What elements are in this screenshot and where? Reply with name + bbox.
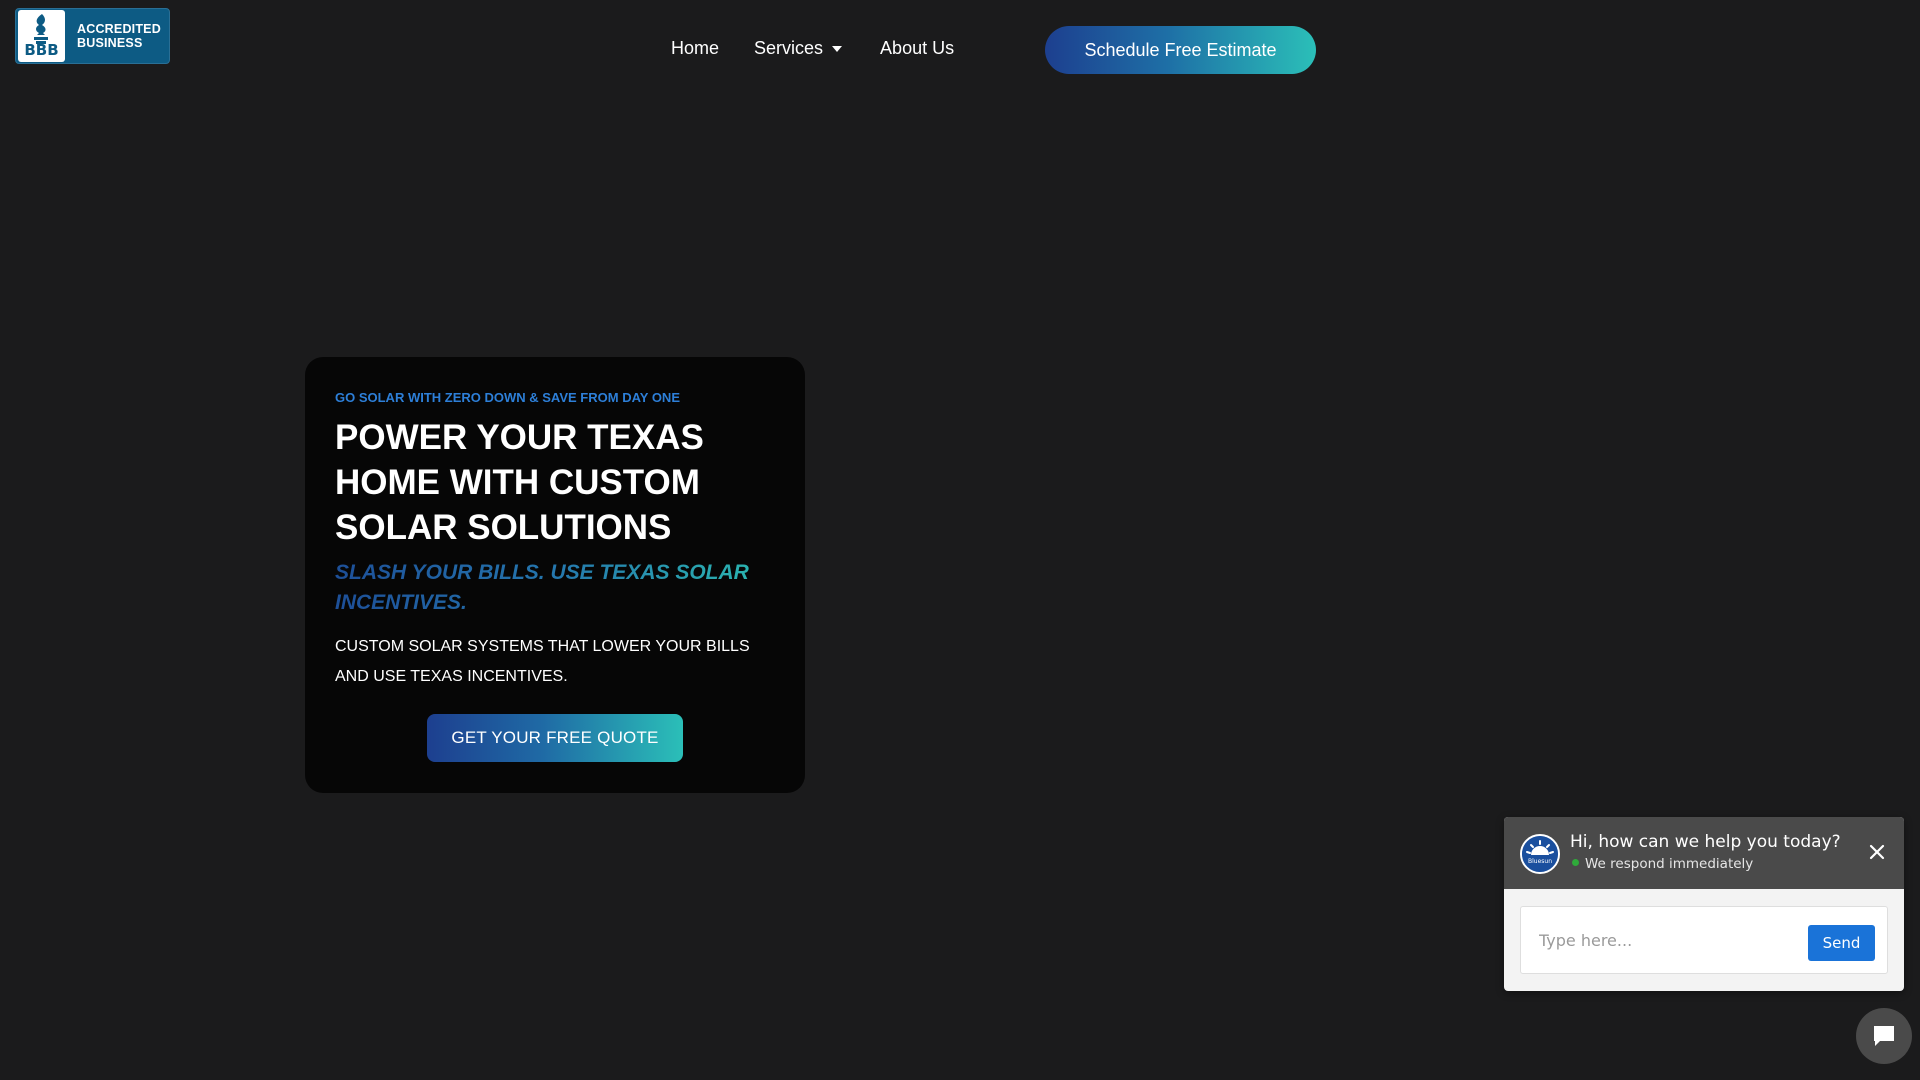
chat-status: We respond immediately — [1585, 856, 1754, 872]
caret-down-icon — [832, 45, 843, 52]
bbb-logo: BBB — [18, 10, 65, 62]
online-status-dot — [1572, 859, 1579, 866]
chat-send-button[interactable]: Send — [1808, 925, 1875, 961]
hero-subtitle: SLASH YOUR BILLS. USE TEXAS SOLAR INCENT… — [335, 558, 775, 618]
hero-title: POWER YOUR TEXAS HOME WITH CUSTOM SOLAR … — [335, 418, 704, 547]
bbb-accredited-badge[interactable]: BBB ACCREDITED BUSINESS — [15, 8, 170, 64]
bbb-line-1: ACCREDITED — [77, 22, 161, 36]
main-nav: Home Services About Us — [671, 38, 954, 59]
close-icon[interactable] — [1868, 843, 1886, 861]
nav-services-link[interactable]: Services — [754, 38, 843, 59]
chat-input-wrap: Send — [1520, 906, 1888, 974]
chat-bubble-icon — [1874, 1026, 1894, 1046]
page: BBB ACCREDITED BUSINESS Home Services Ab… — [0, 0, 1920, 1080]
hero-card: GO SOLAR WITH ZERO DOWN & SAVE FROM DAY … — [305, 357, 805, 793]
hero-eyebrow: GO SOLAR WITH ZERO DOWN & SAVE FROM DAY … — [335, 390, 680, 405]
nav-services-label: Services — [754, 38, 824, 58]
nav-home-link[interactable]: Home — [671, 38, 719, 59]
chat-avatar-text: Bluesun — [1528, 858, 1552, 865]
schedule-estimate-button[interactable]: Schedule Free Estimate — [1045, 26, 1316, 74]
chat-launcher-button[interactable] — [1856, 1008, 1912, 1064]
chat-widget: Bluesun Hi, how can we help you today? W… — [1504, 817, 1904, 991]
hero-description: CUSTOM SOLAR SYSTEMS THAT LOWER YOUR BIL… — [335, 638, 750, 685]
nav-about-link[interactable]: About Us — [880, 38, 954, 59]
chat-message-input[interactable] — [1539, 925, 1799, 955]
chat-avatar: Bluesun — [1520, 834, 1560, 874]
chat-body: Send — [1504, 889, 1904, 974]
bbb-text: ACCREDITED BUSINESS — [77, 22, 161, 50]
get-free-quote-button[interactable]: GET YOUR FREE QUOTE — [427, 714, 683, 762]
chat-title: Hi, how can we help you today? — [1570, 832, 1841, 852]
chat-header: Bluesun Hi, how can we help you today? W… — [1504, 817, 1904, 889]
sun-logo-icon: Bluesun — [1522, 836, 1558, 872]
bbb-line-2: BUSINESS — [77, 36, 143, 50]
bbb-letters: BBB — [24, 41, 59, 59]
